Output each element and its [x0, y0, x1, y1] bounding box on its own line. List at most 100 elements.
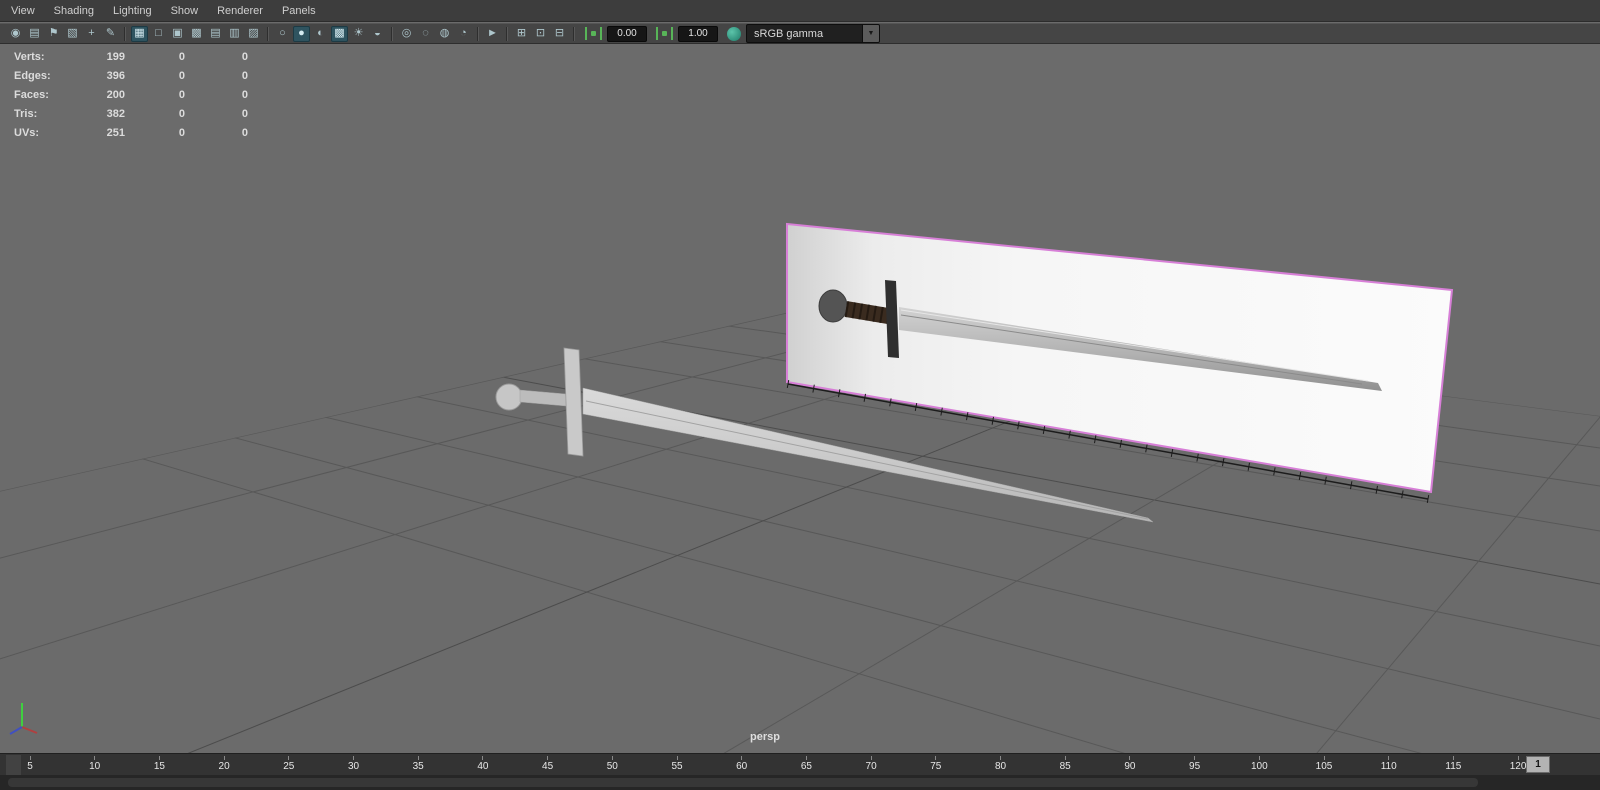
safe-title-icon[interactable]: ▨	[245, 26, 262, 42]
poly-count-row: Tris: 382 0 0	[14, 104, 248, 123]
2d-pan-zoom-icon[interactable]: +	[83, 26, 100, 42]
frame-selection-icon[interactable]: ⊡	[532, 26, 549, 42]
frame-tick	[676, 756, 678, 760]
frame-tick	[1194, 756, 1196, 760]
colorspace-dropdown[interactable]: sRGB gamma ▼	[746, 24, 880, 43]
frame-tick	[1452, 756, 1454, 760]
frame-tick	[1258, 756, 1260, 760]
gamma-field[interactable]: 1.00	[678, 25, 718, 42]
poly-count-value: 396	[106, 69, 125, 82]
color-management-icon[interactable]	[727, 26, 741, 41]
exposure-field[interactable]: 0.00	[607, 25, 647, 42]
poly-count-row: Verts: 199 0 0	[14, 47, 248, 66]
safe-action-icon[interactable]: ▥	[226, 26, 243, 42]
edge-tick	[1119, 439, 1122, 448]
frame-tick	[547, 756, 549, 760]
image-plane-icon[interactable]: ▧	[64, 26, 81, 42]
edge-tick	[1017, 421, 1020, 430]
lights-icon[interactable]: ☀	[350, 26, 367, 42]
menu-view[interactable]: View	[8, 3, 38, 19]
image-plane-quad[interactable]	[786, 222, 1454, 494]
poly-count-label: UVs:	[14, 126, 40, 139]
isolate-select-icon[interactable]: ►	[484, 26, 501, 42]
multisample-icon[interactable]: ◍	[436, 26, 453, 42]
range-slider-bar[interactable]	[8, 778, 1478, 787]
poly-count-value: 0	[178, 69, 185, 82]
shadows-icon[interactable]: ◒	[369, 26, 386, 42]
motion-blur-icon[interactable]: ◌	[417, 26, 434, 42]
poly-count-value: 0	[241, 107, 248, 120]
textured-icon[interactable]: ▩	[331, 25, 348, 42]
occlusion-icon[interactable]: ◎	[398, 26, 415, 42]
gate-mask-icon[interactable]: ▩	[188, 26, 205, 42]
frame-number: 115	[1445, 761, 1462, 772]
playhead[interactable]	[6, 755, 21, 775]
frame-number: 30	[347, 761, 360, 772]
chevron-down-icon[interactable]: ▼	[862, 25, 879, 42]
frame-tick	[1000, 756, 1001, 760]
frame-tick	[353, 756, 354, 760]
edge-tick	[1350, 481, 1353, 490]
viewport-persp[interactable]: Verts: 199 0 0 Edges: 396 0 0 Faces: 200 0 0 Tris: 38…	[0, 45, 1600, 753]
poly-count-row: Edges: 396 0 0	[14, 66, 248, 85]
menu-panels[interactable]: Panels	[279, 3, 319, 19]
poly-count-label: Verts:	[14, 50, 45, 63]
frame-number: 75	[930, 761, 942, 772]
poly-count-hud: Verts: 199 0 0 Edges: 396 0 0 Faces: 200 0 0 Tris: 38…	[14, 47, 248, 142]
axis-gizmo	[9, 703, 38, 735]
frame-tick	[1064, 756, 1066, 760]
camera-attributes-icon[interactable]: ▤	[26, 26, 43, 42]
current-frame-field[interactable]: 1	[1526, 756, 1550, 773]
toolbar-separator	[267, 26, 269, 41]
edge-tick	[1094, 435, 1097, 444]
frame-number: 55	[671, 761, 683, 772]
gamma-icon[interactable]	[656, 27, 673, 40]
z-axis-icon	[9, 726, 23, 735]
menu-show[interactable]: Show	[168, 3, 202, 19]
poly-count-label: Faces:	[14, 88, 49, 101]
frame-tick	[288, 756, 290, 760]
grease-pencil-icon[interactable]: ✎	[102, 26, 119, 42]
toolbar-icons: ◉ ▤ ⚑ ▧ + ✎ ▦ □ ▣ ▩ ▤ ▥ ▨ ○ ● ◐ ▩ ☀ ◒ ◎ ◌ ◍ ◔ ► ⊞ ⊡ ⊟	[6, 25, 569, 42]
range-slider[interactable]	[0, 775, 1600, 790]
frame-all-icon[interactable]: ⊞	[513, 26, 530, 42]
colorspace-value: sRGB gamma	[754, 27, 824, 40]
frame-number: 40	[477, 761, 489, 772]
menu-renderer[interactable]: Renderer	[214, 3, 266, 19]
edge-tick	[1375, 485, 1378, 494]
poly-count-value: 199	[106, 50, 125, 63]
frame-number: 15	[153, 761, 165, 772]
select-camera-icon[interactable]: ◉	[7, 26, 24, 42]
film-gate-icon[interactable]: □	[150, 26, 167, 42]
frame-tick	[1323, 756, 1325, 760]
poly-count-value: 251	[106, 126, 125, 139]
toolbar-separator	[391, 26, 393, 41]
edge-tick	[1170, 448, 1174, 458]
smooth-shade-icon[interactable]: ●	[293, 25, 310, 42]
menu-shading[interactable]: Shading	[51, 3, 97, 19]
frame-tick	[805, 756, 807, 760]
edge-tick	[1068, 430, 1071, 439]
resolution-gate-icon[interactable]: ▣	[169, 26, 186, 42]
viewport-layout-icon[interactable]: ⊟	[551, 26, 568, 42]
frame-tick	[158, 756, 160, 760]
frame-number: 105	[1315, 761, 1333, 772]
image-plane[interactable]	[786, 222, 1454, 494]
frame-number: 95	[1189, 761, 1201, 772]
frame-number: 100	[1250, 761, 1268, 772]
menu-lighting[interactable]: Lighting	[110, 3, 155, 19]
frame-number: 85	[1059, 761, 1071, 772]
poly-count-value: 0	[178, 107, 185, 120]
frame-tick	[741, 756, 743, 760]
flat-shade-icon[interactable]: ◐	[312, 26, 329, 42]
exposure-icon[interactable]	[585, 27, 602, 40]
grid-icon[interactable]: ▦	[131, 25, 148, 42]
depth-of-field-icon[interactable]: ◔	[455, 26, 472, 42]
frame-number: 110	[1380, 761, 1397, 772]
camera-label: persp	[750, 731, 780, 743]
wireframe-icon[interactable]: ○	[274, 26, 291, 42]
frame-tick	[223, 756, 225, 760]
field-chart-icon[interactable]: ▤	[207, 26, 224, 42]
bookmarks-icon[interactable]: ⚑	[45, 26, 62, 42]
time-slider[interactable]: 1 5 10 15 20 25 30 35 40 45 50 55 60 65 70 75 80 85 90 95 1…	[0, 753, 1600, 775]
